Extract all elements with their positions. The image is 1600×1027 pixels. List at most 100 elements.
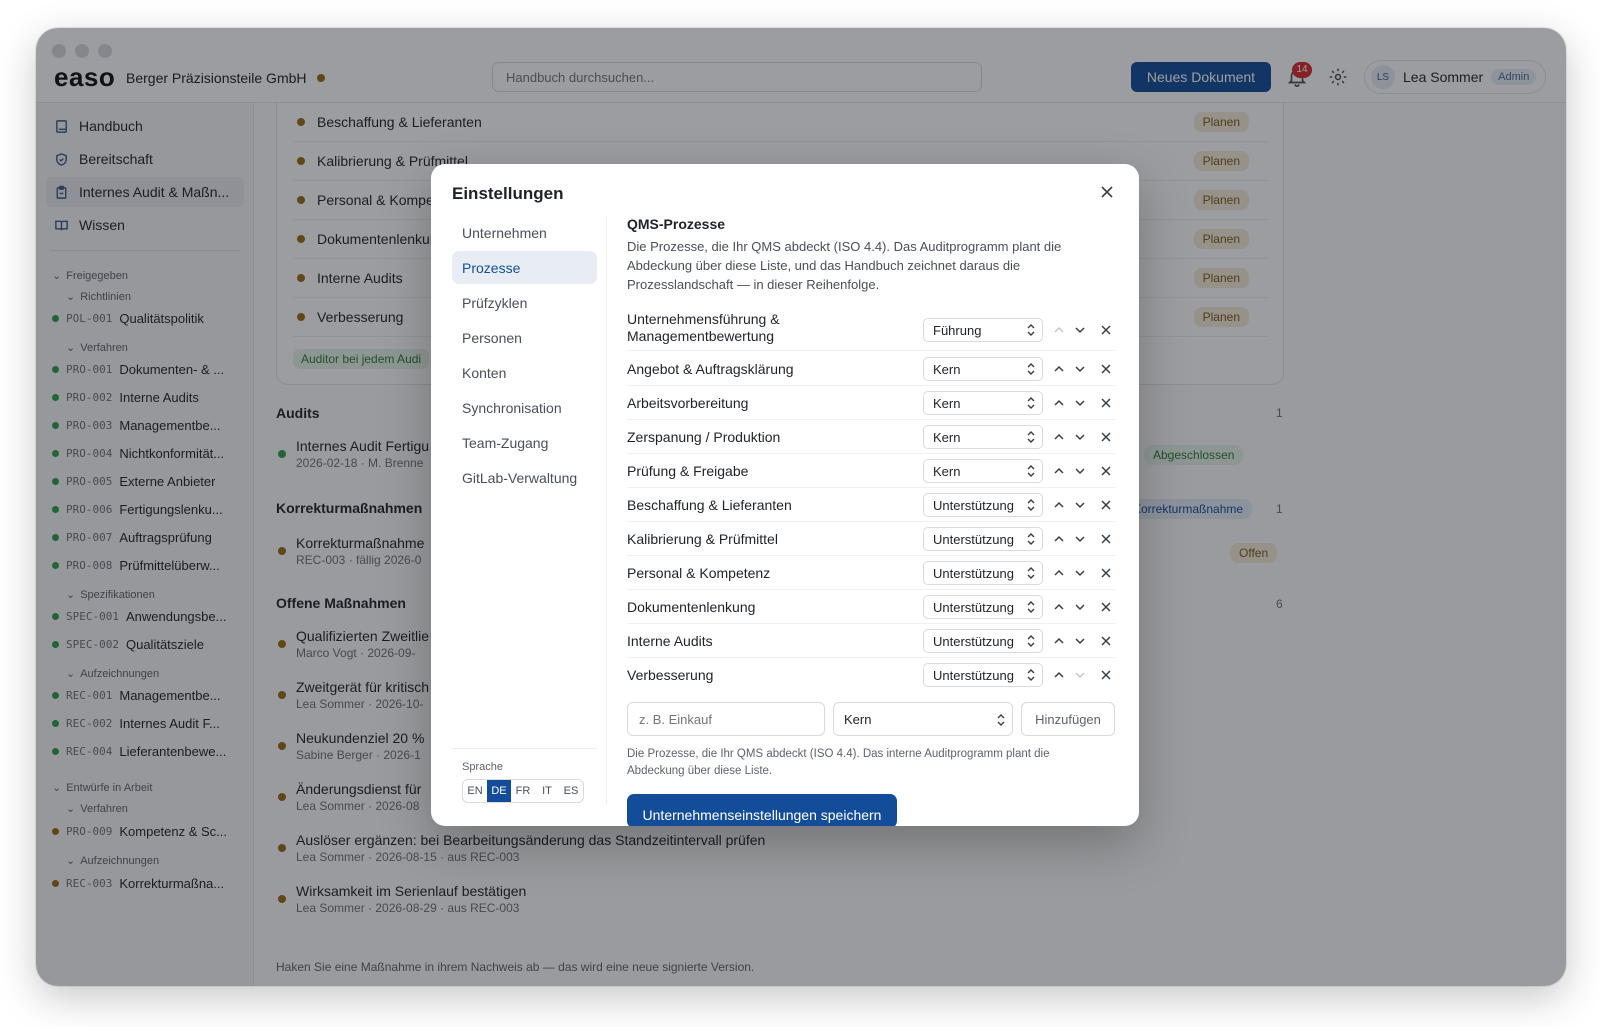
language-label: Sprache [462, 761, 503, 773]
settings-nav-konten[interactable]: Konten [452, 356, 597, 389]
process-name: Unternehmensführung & Managementbewertun… [627, 311, 780, 344]
process-row: Interne Audits Unterstützung [627, 624, 1115, 658]
move-up-icon[interactable] [1052, 464, 1066, 478]
save-settings-button[interactable]: Unternehmenseinstellungen speichern [627, 794, 897, 826]
language-switcher: EN DE FR IT ES [462, 779, 584, 803]
process-row: Unternehmensführung & Managementbewertun… [627, 307, 1115, 351]
process-row: Personal & Kompetenz Unterstützung [627, 556, 1115, 590]
move-down-icon[interactable] [1073, 464, 1087, 478]
settings-nav-prozesse[interactable]: Prozesse [452, 251, 597, 284]
move-down-icon[interactable] [1073, 634, 1087, 648]
process-type-select[interactable]: Unterstützung [923, 493, 1043, 517]
remove-icon[interactable] [1099, 600, 1113, 614]
move-up-icon[interactable] [1052, 634, 1066, 648]
move-down-icon[interactable] [1073, 532, 1087, 546]
select-value: Unterstützung [933, 667, 1014, 683]
chevron-updown-icon [1027, 533, 1035, 545]
process-row: Kalibrierung & Prüfmittel Unterstützung [627, 522, 1115, 556]
process-name: Zerspanung / Produktion [627, 429, 781, 445]
language-it[interactable]: IT [535, 780, 559, 802]
move-down-icon[interactable] [1073, 668, 1087, 682]
chevron-updown-icon [1027, 567, 1035, 579]
move-up-icon[interactable] [1052, 532, 1066, 546]
remove-icon[interactable] [1099, 634, 1113, 648]
chevron-updown-icon [1027, 431, 1035, 443]
process-row: Arbeitsvorbereitung Kern [627, 386, 1115, 420]
settings-nav-personen[interactable]: Personen [452, 321, 597, 354]
chevron-updown-icon [1027, 635, 1035, 647]
process-type-select[interactable]: Führung [923, 318, 1043, 342]
move-down-icon[interactable] [1073, 566, 1087, 580]
settings-nav-team-zugang[interactable]: Team-Zugang [452, 426, 597, 459]
remove-icon[interactable] [1099, 566, 1113, 580]
remove-icon[interactable] [1099, 430, 1113, 444]
move-up-icon[interactable] [1052, 566, 1066, 580]
move-up-icon[interactable] [1052, 498, 1066, 512]
move-down-icon[interactable] [1073, 430, 1087, 444]
process-type-select[interactable]: Unterstützung [923, 595, 1043, 619]
language-divider [452, 748, 597, 749]
remove-icon[interactable] [1099, 498, 1113, 512]
move-down-icon[interactable] [1073, 323, 1087, 337]
process-name: Beschaffung & Lieferanten [627, 497, 792, 513]
process-name: Kalibrierung & Prüfmittel [627, 531, 778, 547]
process-name: Personal & Kompetenz [627, 565, 771, 581]
language-de[interactable]: DE [487, 780, 511, 802]
select-value: Kern [844, 711, 872, 727]
process-type-select[interactable]: Unterstützung [923, 561, 1043, 585]
select-value: Kern [933, 463, 961, 479]
language-en[interactable]: EN [463, 780, 487, 802]
move-up-icon[interactable] [1052, 668, 1066, 682]
select-value: Unterstützung [933, 497, 1014, 513]
new-process-input[interactable] [627, 702, 825, 736]
move-down-icon[interactable] [1073, 396, 1087, 410]
select-value: Unterstützung [933, 633, 1014, 649]
chevron-updown-icon [1027, 669, 1035, 681]
settings-nav-gitlab[interactable]: GitLab-Verwaltung [452, 461, 597, 494]
language-es[interactable]: ES [559, 780, 583, 802]
process-name: Dokumentenlenkung [627, 599, 756, 615]
remove-icon[interactable] [1099, 532, 1113, 546]
process-type-select[interactable]: Unterstützung [923, 663, 1043, 687]
process-name: Interne Audits [627, 633, 713, 649]
process-type-select[interactable]: Kern [923, 425, 1043, 449]
close-icon[interactable] [1099, 184, 1115, 200]
new-process-type-select[interactable]: Kern [833, 702, 1013, 736]
chevron-updown-icon [1027, 363, 1035, 375]
process-type-select[interactable]: Kern [923, 459, 1043, 483]
move-down-icon[interactable] [1073, 600, 1087, 614]
chevron-updown-icon [1027, 499, 1035, 511]
process-type-select[interactable]: Kern [923, 357, 1043, 381]
section-description: Die Prozesse, die Ihr QMS abdeckt (ISO 4… [627, 239, 1062, 292]
move-down-icon[interactable] [1073, 498, 1087, 512]
process-type-select[interactable]: Kern [923, 391, 1043, 415]
language-fr[interactable]: FR [511, 780, 535, 802]
remove-icon[interactable] [1099, 668, 1113, 682]
process-type-select[interactable]: Unterstützung [923, 629, 1043, 653]
move-down-icon[interactable] [1073, 362, 1087, 376]
select-value: Unterstützung [933, 531, 1014, 547]
add-process-button[interactable]: Hinzufügen [1021, 702, 1115, 736]
settings-nav-synchronisation[interactable]: Synchronisation [452, 391, 597, 424]
remove-icon[interactable] [1099, 396, 1113, 410]
select-value: Führung [933, 322, 982, 338]
process-name: Arbeitsvorbereitung [627, 395, 749, 411]
chevron-updown-icon [1027, 324, 1035, 336]
settings-nav-unternehmen[interactable]: Unternehmen [452, 216, 597, 249]
move-up-icon[interactable] [1052, 430, 1066, 444]
select-value: Kern [933, 395, 961, 411]
move-up-icon[interactable] [1052, 323, 1066, 337]
move-up-icon[interactable] [1052, 600, 1066, 614]
settings-nav-pruefzyklen[interactable]: Prüfzyklen [452, 286, 597, 319]
process-type-select[interactable]: Unterstützung [923, 527, 1043, 551]
remove-icon[interactable] [1099, 323, 1113, 337]
remove-icon[interactable] [1099, 362, 1113, 376]
select-value: Unterstützung [933, 565, 1014, 581]
process-name: Angebot & Auftragsklärung [627, 361, 794, 377]
remove-icon[interactable] [1099, 464, 1113, 478]
app-window: easo Berger Präzisionsteile GmbH Neues D… [36, 28, 1566, 986]
move-up-icon[interactable] [1052, 362, 1066, 376]
chevron-updown-icon [1027, 601, 1035, 613]
process-row: Dokumentenlenkung Unterstützung [627, 590, 1115, 624]
move-up-icon[interactable] [1052, 396, 1066, 410]
